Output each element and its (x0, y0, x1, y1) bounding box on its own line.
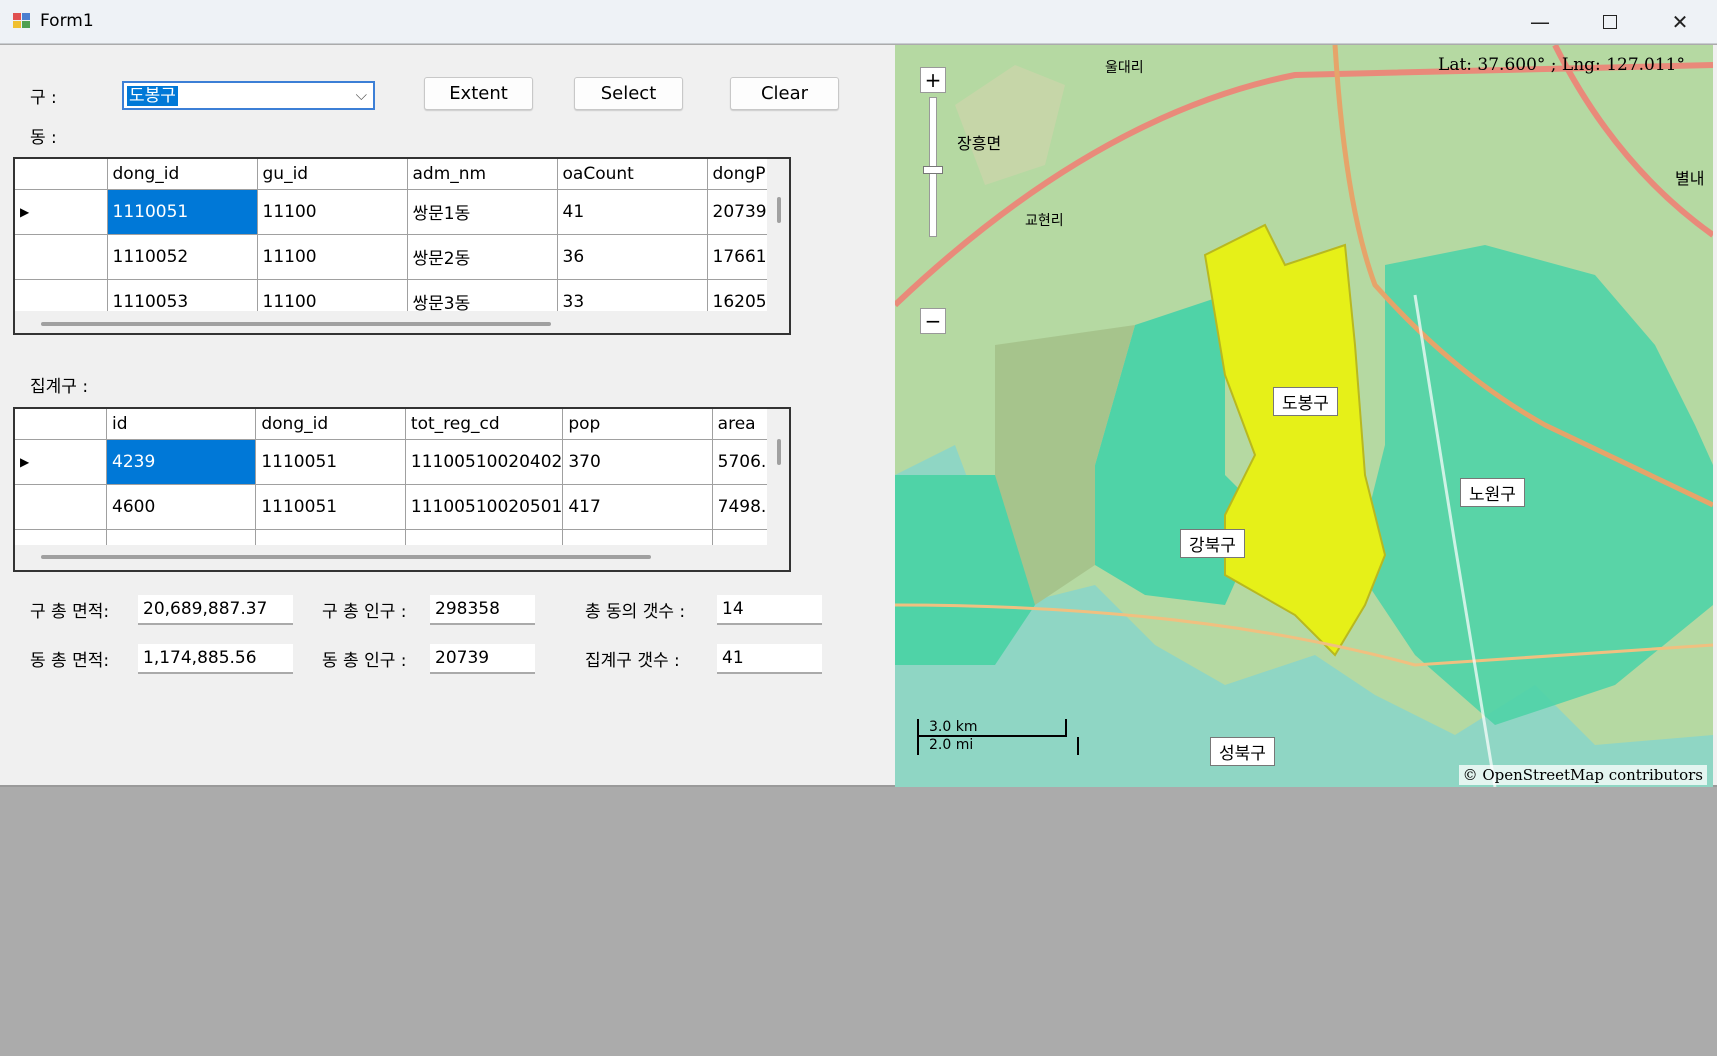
column-header[interactable]: adm_nm (406, 159, 558, 190)
column-header[interactable]: tot_reg_cd (404, 409, 564, 440)
select-button[interactable]: Select (574, 77, 683, 110)
current-row-icon: ▶ (15, 188, 108, 235)
scale-bar: 3.0 km 2.0 mi (917, 719, 1079, 755)
scale-km: 3.0 km (917, 719, 1067, 737)
dong-pop-field[interactable]: 20739 (430, 644, 535, 674)
window-title: Form1 (40, 11, 94, 31)
place-name: 울대리 (1105, 60, 1144, 76)
map-label-seongbuk: 성북구 (1210, 737, 1275, 766)
cell[interactable]: 20739 (706, 188, 768, 235)
agg-count-field[interactable]: 41 (717, 644, 822, 674)
minimize-icon: — (1530, 10, 1550, 34)
gu-combobox[interactable]: 도봉구 ⌵ (122, 81, 375, 110)
grid-header: dong_id gu_id adm_nm oaCount dongP (15, 159, 768, 190)
place-name: 장흥면 (957, 134, 1002, 153)
app-icon (13, 13, 30, 28)
table-row[interactable]: 1110052 11100 쌍문2동 36 17661 (15, 233, 768, 280)
map-label-dobong: 도봉구 (1273, 387, 1338, 416)
chevron-down-icon: ⌵ (355, 86, 367, 104)
cell[interactable]: 36 (556, 233, 708, 280)
column-header[interactable]: dongP (706, 159, 768, 190)
grid-header: id dong_id tot_reg_cd pop area (15, 409, 789, 440)
dong-area-label: 동 총 면적: (30, 651, 110, 671)
column-header[interactable]: oaCount (556, 159, 708, 190)
place-name: 별내 (1675, 169, 1705, 188)
dong-area-field[interactable]: 1,174,885.56 (138, 644, 293, 674)
map-view[interactable]: Lat: 37.600° ; Lng: 127.011° + − 장흥면 교현리… (895, 45, 1713, 787)
zoom-in-button[interactable]: + (920, 67, 946, 93)
current-row-icon: ▶ (15, 438, 107, 485)
clear-button[interactable]: Clear (730, 77, 839, 110)
vertical-scrollbar[interactable] (777, 439, 781, 465)
horizontal-scrollbar[interactable] (41, 322, 551, 326)
zoom-slider[interactable] (923, 97, 943, 237)
cell[interactable]: 11100510020402 (404, 438, 564, 485)
cell[interactable]: 1110052 (106, 233, 258, 280)
close-icon: ✕ (1671, 10, 1689, 34)
cell[interactable]: 쌍문2동 (406, 233, 558, 280)
cell[interactable]: 11100 (256, 188, 408, 235)
cell[interactable]: 1110051 (255, 483, 406, 530)
column-header[interactable]: gu_id (256, 159, 408, 190)
table-row[interactable]: ▶ 4239 1110051 11100510020402 370 5706.63 (15, 438, 789, 485)
map-attribution[interactable]: © OpenStreetMap contributors (1458, 765, 1707, 785)
vertical-scrollbar[interactable] (777, 197, 781, 223)
maximize-button[interactable] (1575, 0, 1645, 44)
table-row[interactable]: 4600 1110051 11100510020501 417 7498.93 (15, 483, 789, 530)
cell[interactable]: 1110051 (106, 188, 258, 235)
agg-label: 집계구 : (30, 377, 89, 397)
map-label-gangbuk: 강북구 (1180, 529, 1245, 558)
gu-selected-value: 도봉구 (127, 86, 178, 106)
dong-grid[interactable]: dong_id gu_id adm_nm oaCount dongP ▶ 111… (13, 157, 791, 335)
cell[interactable]: 11100 (256, 233, 408, 280)
horizontal-scrollbar[interactable] (41, 555, 651, 559)
maximize-icon (1603, 15, 1617, 29)
cell[interactable]: 17661 (706, 233, 768, 280)
cell[interactable]: 쌍문1동 (406, 188, 558, 235)
dong-count-label: 총 동의 갯수 : (585, 602, 686, 622)
gu-pop-field[interactable]: 298358 (430, 595, 535, 625)
close-button[interactable]: ✕ (1645, 0, 1715, 44)
table-row[interactable]: ▶ 1110051 11100 쌍문1동 41 20739 (15, 188, 768, 235)
dong-label: 동 : (30, 128, 57, 148)
agg-grid[interactable]: id dong_id tot_reg_cd pop area ▶ 4239 111… (13, 407, 791, 572)
gu-area-label: 구 총 면적: (30, 602, 110, 622)
column-header[interactable]: dong_id (255, 409, 406, 440)
gu-area-field[interactable]: 20,689,887.37 (138, 595, 293, 625)
cell[interactable]: 4600 (105, 483, 257, 530)
scale-mi: 2.0 mi (917, 737, 1079, 755)
map-tiles (895, 45, 1713, 787)
cell[interactable]: 4239 (105, 438, 257, 485)
agg-count-label: 집계구 갯수 : (585, 651, 680, 671)
zoom-slider-handle[interactable] (923, 166, 943, 174)
gu-pop-label: 구 총 인구 : (322, 602, 407, 622)
zoom-out-button[interactable]: − (920, 308, 946, 334)
extent-button[interactable]: Extent (424, 77, 533, 110)
column-header[interactable]: id (105, 409, 257, 440)
gu-label: 구 : (30, 88, 57, 108)
column-header[interactable]: dong_id (106, 159, 258, 190)
cell[interactable]: 417 (562, 483, 713, 530)
cell[interactable]: 1110051 (255, 438, 406, 485)
dong-pop-label: 동 총 인구 : (322, 651, 407, 671)
cell[interactable]: 370 (562, 438, 713, 485)
map-label-nowon: 노원구 (1460, 478, 1525, 507)
minimize-button[interactable]: — (1505, 0, 1575, 44)
column-header[interactable]: pop (562, 409, 713, 440)
dong-count-field[interactable]: 14 (717, 595, 822, 625)
place-name: 교현리 (1025, 213, 1064, 229)
form-panel: 구 : 도봉구 ⌵ Extent Select Clear 동 : dong_i… (0, 45, 1717, 787)
coordinate-readout: Lat: 37.600° ; Lng: 127.011° (1438, 55, 1685, 75)
cell[interactable]: 41 (556, 188, 708, 235)
title-bar: Form1 — ✕ (0, 0, 1717, 44)
cell[interactable]: 11100510020501 (404, 483, 564, 530)
